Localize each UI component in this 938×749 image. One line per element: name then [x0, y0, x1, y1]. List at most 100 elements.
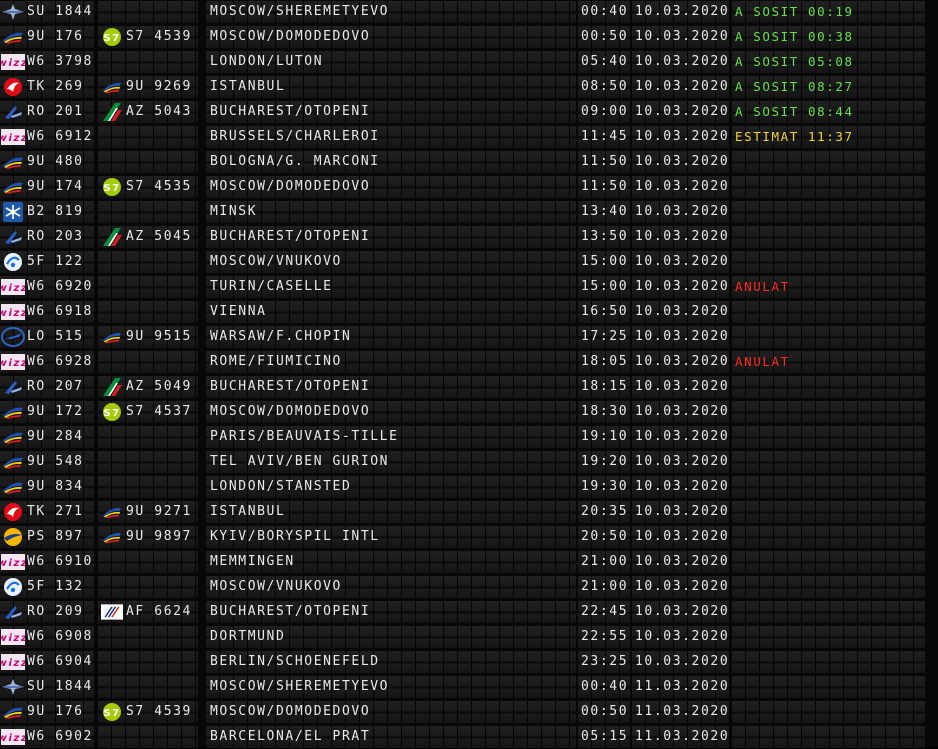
flight-cell: wizz W6 6908 — [0, 626, 94, 648]
time-cell: 05:40 — [578, 51, 630, 73]
wizz-air-logo-icon: wizz — [0, 552, 27, 572]
flight-date: 10.03.2020 — [635, 104, 730, 119]
scheduled-time: 20:35 — [581, 504, 629, 519]
flight-row: RO 209 AF 6624 BUCHAREST/OTOPENI 22:45 1… — [0, 600, 938, 624]
wizz-air-logo-icon: wizz — [0, 652, 27, 672]
flight-row: wizz W6 6928 ROME/FIUMICINO 18:05 10.03.… — [0, 350, 938, 374]
time-cell: 19:10 — [578, 426, 630, 448]
flight-cell: LO 515 — [0, 326, 94, 348]
flight-status: A SOSIT 08:27 — [735, 79, 854, 94]
time-cell: 11:50 — [578, 151, 630, 173]
tarom-logo-icon — [1, 102, 25, 122]
date-cell: 10.03.2020 — [632, 376, 730, 398]
destination: LONDON/LUTON — [210, 54, 324, 69]
time-cell: 22:45 — [578, 601, 630, 623]
flight-number: W6 6920 — [27, 279, 93, 294]
flight-row: PS 897 9U 9897 KYIV/BORYSPIL INTL 20:50 … — [0, 525, 938, 549]
air-moldova-logo-icon — [1, 427, 25, 447]
flight-number: 9U 176 — [27, 704, 84, 719]
codeshare-cell: S7 S7 4537 — [98, 401, 198, 423]
flight-cell: 9U 176 — [0, 26, 94, 48]
time-cell: 00:40 — [578, 1, 630, 23]
time-cell: 21:00 — [578, 576, 630, 598]
destination: MOSCOW/DOMODEDOVO — [210, 404, 371, 419]
svg-text:S7: S7 — [103, 408, 120, 419]
tarom-logo-icon — [1, 377, 25, 397]
flight-date: 10.03.2020 — [635, 654, 730, 669]
flight-board: SU 1844 MOSCOW/SHEREMETYEVO 00:40 10.03.… — [0, 0, 938, 748]
wizz-air-logo-icon: wizz — [0, 127, 27, 147]
flight-cell: RO 207 — [0, 376, 94, 398]
date-cell: 10.03.2020 — [632, 301, 730, 323]
destination-cell: BUCHAREST/OTOPENI — [206, 376, 576, 398]
flight-cell: SU 1844 — [0, 676, 94, 698]
air-moldova-logo-icon — [1, 152, 25, 172]
destination-cell: PARIS/BEAUVAIS-TILLE — [206, 426, 576, 448]
scheduled-time: 00:40 — [581, 4, 629, 19]
destination: BUCHAREST/OTOPENI — [210, 229, 371, 244]
flight-status: ANULAT — [735, 279, 790, 294]
flight-number: W6 6908 — [27, 629, 93, 644]
scheduled-time: 19:20 — [581, 454, 629, 469]
codeshare-cell — [98, 476, 198, 498]
flight-number: LO 515 — [27, 329, 84, 344]
flight-cell: TK 269 — [0, 76, 94, 98]
flight-number: RO 209 — [27, 604, 84, 619]
flight-date: 10.03.2020 — [635, 329, 730, 344]
codeshare-cell — [98, 251, 198, 273]
time-cell: 19:20 — [578, 451, 630, 473]
air-moldova-logo-icon — [101, 327, 123, 347]
flight-date: 10.03.2020 — [635, 179, 730, 194]
codeshare-cell — [98, 51, 198, 73]
status-cell: A SOSIT 00:19 — [732, 1, 925, 23]
date-cell: 10.03.2020 — [632, 601, 730, 623]
scheduled-time: 09:00 — [581, 104, 629, 119]
codeshare-cell — [98, 276, 198, 298]
flight-number: TK 269 — [27, 79, 84, 94]
destination-cell: KYIV/BORYSPIL INTL — [206, 526, 576, 548]
codeshare-cell: 9U 9515 — [98, 326, 198, 348]
flight-cell: TK 271 — [0, 501, 94, 523]
fly-one-logo-icon — [1, 252, 25, 272]
codeshare-cell — [98, 1, 198, 23]
flight-number: 9U 548 — [27, 454, 84, 469]
flight-cell: SU 1844 — [0, 1, 94, 23]
scheduled-time: 22:45 — [581, 604, 629, 619]
flight-number: 9U 480 — [27, 154, 84, 169]
date-cell: 10.03.2020 — [632, 426, 730, 448]
destination: BERLIN/SCHOENEFELD — [210, 654, 380, 669]
flight-row: 9U 174 S7 S7 4535 MOSCOW/DOMODEDOVO 11:5… — [0, 175, 938, 199]
destination-cell: WARSAW/F.CHOPIN — [206, 326, 576, 348]
date-cell: 10.03.2020 — [632, 251, 730, 273]
date-cell: 10.03.2020 — [632, 126, 730, 148]
flight-cell: PS 897 — [0, 526, 94, 548]
time-cell: 18:05 — [578, 351, 630, 373]
flight-row: SU 1844 MOSCOW/SHEREMETYEVO 00:40 10.03.… — [0, 0, 938, 24]
scheduled-time: 18:30 — [581, 404, 629, 419]
date-cell: 11.03.2020 — [632, 676, 730, 698]
date-cell: 10.03.2020 — [632, 526, 730, 548]
flight-number: 9U 284 — [27, 429, 84, 444]
flight-cell: 9U 480 — [0, 151, 94, 173]
scheduled-time: 11:50 — [581, 179, 629, 194]
alitalia-logo-icon — [101, 227, 123, 247]
codeshare-cell — [98, 301, 198, 323]
time-cell: 00:40 — [578, 676, 630, 698]
destination: MINSK — [210, 204, 258, 219]
date-cell: 10.03.2020 — [632, 51, 730, 73]
flight-status: A SOSIT 05:08 — [735, 54, 854, 69]
codeshare-cell: S7 S7 4539 — [98, 26, 198, 48]
flight-cell: wizz W6 6904 — [0, 651, 94, 673]
codeshare-cell — [98, 551, 198, 573]
status-cell — [732, 251, 925, 273]
flight-number: W6 3798 — [27, 54, 93, 69]
flight-number: B2 819 — [27, 204, 84, 219]
flight-date: 10.03.2020 — [635, 204, 730, 219]
flight-number: W6 6902 — [27, 729, 93, 744]
time-cell: 20:50 — [578, 526, 630, 548]
time-cell: 08:50 — [578, 76, 630, 98]
status-cell — [732, 726, 925, 748]
time-cell: 20:35 — [578, 501, 630, 523]
codeshare-cell — [98, 426, 198, 448]
alitalia-logo-icon — [101, 377, 123, 397]
